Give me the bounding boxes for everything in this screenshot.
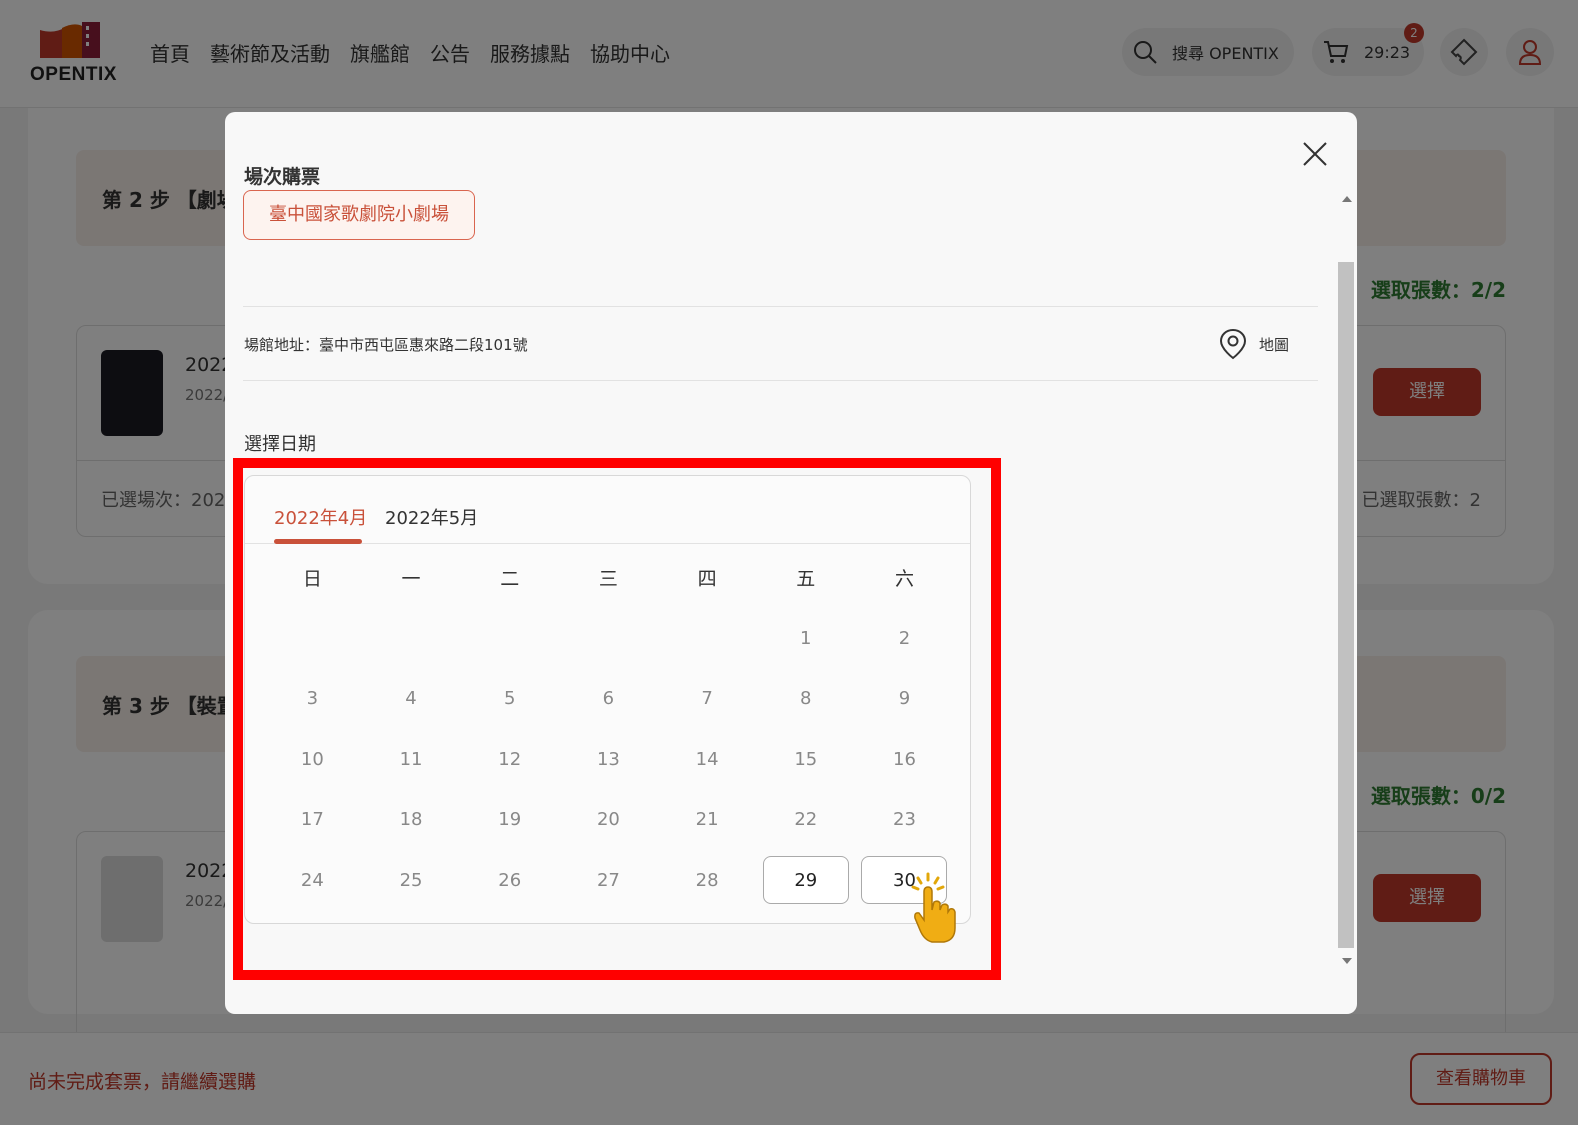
month-tabs: 2022年4月 2022年5月: [245, 476, 970, 544]
calendar-day: 23: [893, 809, 916, 831]
calendar-day: 6: [602, 688, 615, 710]
calendar-day: 21: [695, 809, 719, 831]
tab-2022-05[interactable]: 2022年5月: [385, 504, 478, 530]
calendar-day: 5: [503, 688, 516, 710]
calendar-empty-cell: [362, 608, 461, 669]
weekday-label: 四: [697, 568, 717, 590]
active-tab-indicator: [274, 539, 362, 544]
calendar-day: 27: [596, 869, 620, 891]
day-grid: 1 2 3 4 5 6 7 8 9 10 11 12 13 14 15 16 17 18 19 20 21 22 23 24 2…: [263, 608, 954, 911]
map-label: 地圖: [1259, 335, 1290, 354]
calendar-day: 14: [695, 748, 719, 770]
weekday-label: 二: [500, 568, 520, 590]
scroll-thumb[interactable]: [1338, 262, 1354, 948]
available-date-button[interactable]: 30: [861, 856, 948, 905]
calendar-day: 3: [306, 688, 319, 710]
calendar-day: 7: [701, 688, 713, 710]
calendar-day: 9: [898, 688, 911, 710]
calendar-day: 16: [893, 748, 916, 770]
calendar-empty-cell: [559, 608, 658, 669]
weekday-label: 五: [796, 568, 816, 590]
calendar-day: 2: [898, 627, 911, 649]
calendar-day: 22: [794, 809, 818, 831]
date-section-label: 選擇日期: [244, 434, 316, 455]
close-icon[interactable]: [1301, 140, 1329, 168]
modal-title: 場次購票: [244, 166, 321, 188]
map-link[interactable]: 地圖: [1219, 328, 1289, 360]
calendar-day: 19: [498, 809, 522, 831]
weekday-header: 日 一 二 三 四 五 六: [263, 564, 954, 591]
tab-2022-04[interactable]: 2022年4月: [274, 504, 367, 530]
calendar-day: 17: [300, 809, 324, 831]
modal-scrollbar[interactable]: [1337, 190, 1355, 970]
calendar-day: 20: [596, 809, 620, 831]
calendar-day: 28: [695, 869, 719, 891]
divider: [243, 306, 1318, 307]
date-calendar: 2022年4月 2022年5月 日 一 二 三 四 五 六 1234567891…: [244, 475, 971, 924]
calendar-day: 11: [399, 748, 423, 770]
calendar-day: 12: [498, 748, 522, 770]
weekday-label: 一: [401, 568, 421, 590]
calendar-day: 13: [596, 748, 620, 770]
calendar-empty-cell: [658, 608, 757, 669]
session-modal: 場次購票 臺中國家歌劇院小劇場 場館地址：臺中市西屯區惠來路二段101號 地圖 …: [225, 112, 1357, 1014]
weekday-label: 六: [894, 568, 914, 590]
calendar-day: 4: [405, 688, 417, 710]
calendar-day: 15: [794, 748, 818, 770]
calendar-day: 24: [300, 869, 324, 891]
venue-chip[interactable]: 臺中國家歌劇院小劇場: [243, 190, 475, 240]
calendar-day: 25: [399, 869, 423, 891]
calendar-day: 26: [498, 869, 522, 891]
calendar-day: 18: [399, 809, 423, 831]
calendar-day: 10: [300, 748, 324, 770]
calendar-day: 1: [800, 627, 812, 649]
calendar-empty-cell: [460, 608, 559, 669]
calendar-day-available[interactable]: 29: [756, 850, 855, 911]
divider: [243, 380, 1318, 381]
map-pin-icon: [1219, 328, 1247, 360]
venue-address: 場館地址：臺中市西屯區惠來路二段101號: [244, 336, 528, 354]
weekday-label: 日: [302, 568, 322, 590]
scroll-down-arrow-icon[interactable]: [1342, 958, 1352, 964]
calendar-day-available[interactable]: 30: [855, 850, 954, 911]
calendar-day: 8: [800, 688, 812, 710]
available-date-button[interactable]: 29: [762, 856, 849, 905]
calendar-empty-cell: [263, 608, 362, 669]
scroll-up-arrow-icon[interactable]: [1342, 196, 1352, 202]
weekday-label: 三: [598, 568, 618, 590]
